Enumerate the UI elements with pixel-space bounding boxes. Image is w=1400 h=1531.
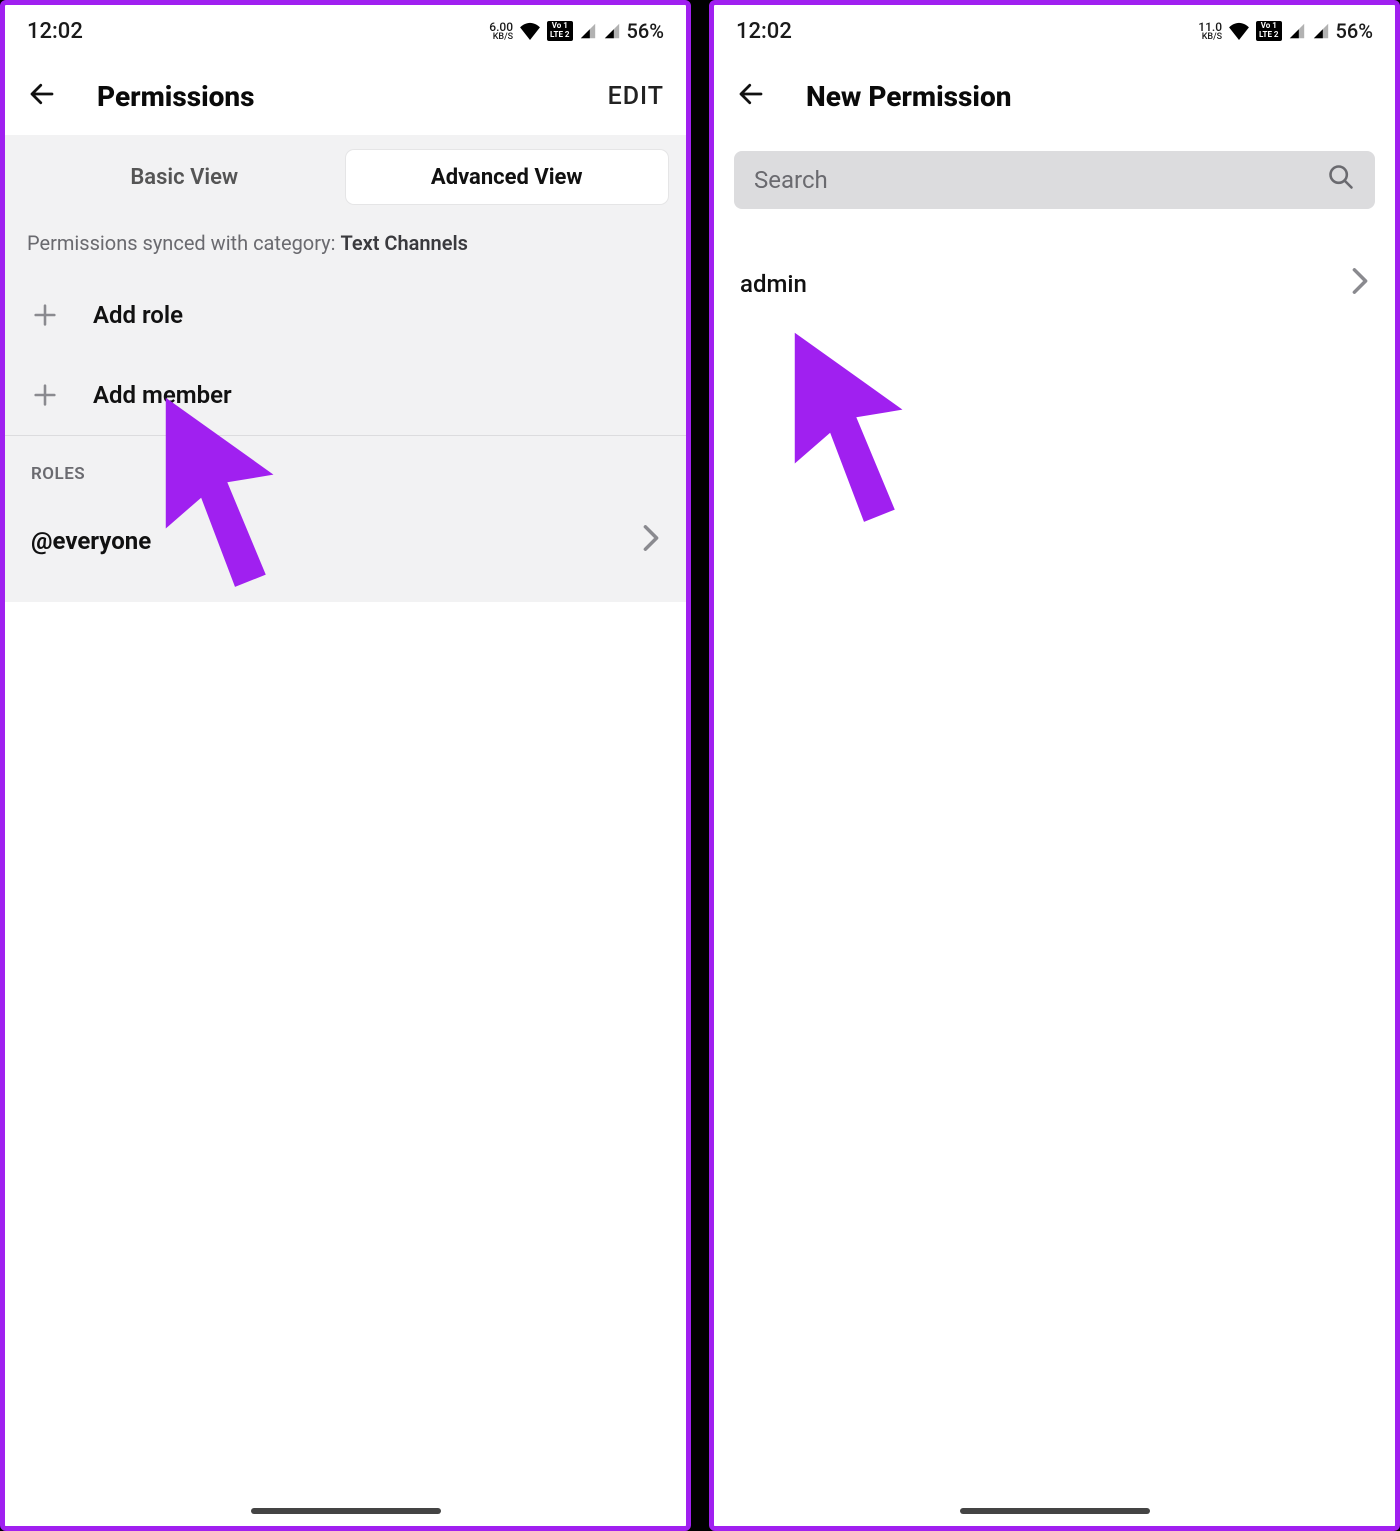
permissions-screen: 12:02 6.00 KB/S Vo 1LTE 2 56% Pe	[0, 0, 691, 1531]
status-bar: 12:02 6.00 KB/S Vo 1LTE 2 56%	[5, 5, 686, 57]
clock: 12:02	[736, 19, 792, 44]
chevron-right-icon	[1351, 267, 1369, 301]
add-section: Add role Add member ROLES @everyone	[5, 275, 686, 602]
view-tabs: Basic View Advanced View	[5, 135, 686, 219]
tab-advanced-label: Advanced View	[431, 165, 583, 190]
empty-area	[714, 337, 1395, 1526]
battery-text: 56%	[1336, 19, 1373, 43]
signal-icon-1	[1288, 22, 1306, 40]
page-title: New Permission	[806, 80, 1011, 113]
page-title: Permissions	[97, 80, 255, 113]
clock: 12:02	[27, 19, 83, 44]
status-icons: 6.00 KB/S Vo 1LTE 2 56%	[489, 19, 664, 43]
back-icon[interactable]	[736, 79, 766, 113]
app-header: Permissions EDIT	[5, 57, 686, 135]
add-role-button[interactable]: Add role	[5, 275, 686, 355]
edit-button[interactable]: EDIT	[608, 82, 664, 111]
volte-badge-1: Vo 1LTE 2	[1256, 21, 1281, 41]
battery-text: 56%	[627, 19, 664, 43]
search-input[interactable]: Search	[734, 151, 1375, 209]
wifi-icon	[519, 22, 541, 40]
sync-category: Text Channels	[340, 231, 468, 255]
plus-icon	[31, 381, 59, 409]
search-placeholder: Search	[754, 166, 828, 194]
app-header: New Permission	[714, 57, 1395, 135]
role-everyone-row[interactable]: @everyone	[5, 500, 686, 602]
chevron-right-icon	[642, 524, 660, 558]
sync-info: Permissions synced with category: Text C…	[5, 219, 686, 275]
tab-basic-label: Basic View	[130, 165, 238, 190]
search-icon	[1327, 163, 1355, 197]
net-speed: 6.00 KB/S	[489, 21, 513, 42]
status-icons: 11.0 KB/S Vo 1LTE 2 56%	[1198, 19, 1373, 43]
new-permission-screen: 12:02 11.0 KB/S Vo 1LTE 2 56% Ne	[709, 0, 1400, 1531]
signal-icon-2	[1312, 22, 1330, 40]
home-indicator[interactable]	[960, 1508, 1150, 1514]
volte-badge-1: Vo 1LTE 2	[547, 21, 572, 41]
roles-header: ROLES	[5, 436, 686, 500]
empty-area	[5, 602, 686, 1526]
add-role-label: Add role	[93, 301, 183, 329]
tab-basic-view[interactable]: Basic View	[23, 150, 346, 204]
role-everyone-label: @everyone	[31, 527, 151, 555]
tab-advanced-view[interactable]: Advanced View	[346, 150, 669, 204]
wifi-icon	[1228, 22, 1250, 40]
add-member-label: Add member	[93, 381, 232, 409]
plus-icon	[31, 301, 59, 329]
signal-icon-2	[603, 22, 621, 40]
role-admin-label: admin	[740, 270, 807, 298]
signal-icon-1	[579, 22, 597, 40]
status-bar: 12:02 11.0 KB/S Vo 1LTE 2 56%	[714, 5, 1395, 57]
home-indicator[interactable]	[251, 1508, 441, 1514]
search-section: Search	[714, 135, 1395, 231]
net-speed: 11.0 KB/S	[1198, 21, 1222, 42]
role-admin-row[interactable]: admin	[714, 231, 1395, 337]
add-member-button[interactable]: Add member	[5, 355, 686, 435]
sync-prefix: Permissions synced with category:	[27, 231, 340, 255]
back-icon[interactable]	[27, 79, 57, 113]
